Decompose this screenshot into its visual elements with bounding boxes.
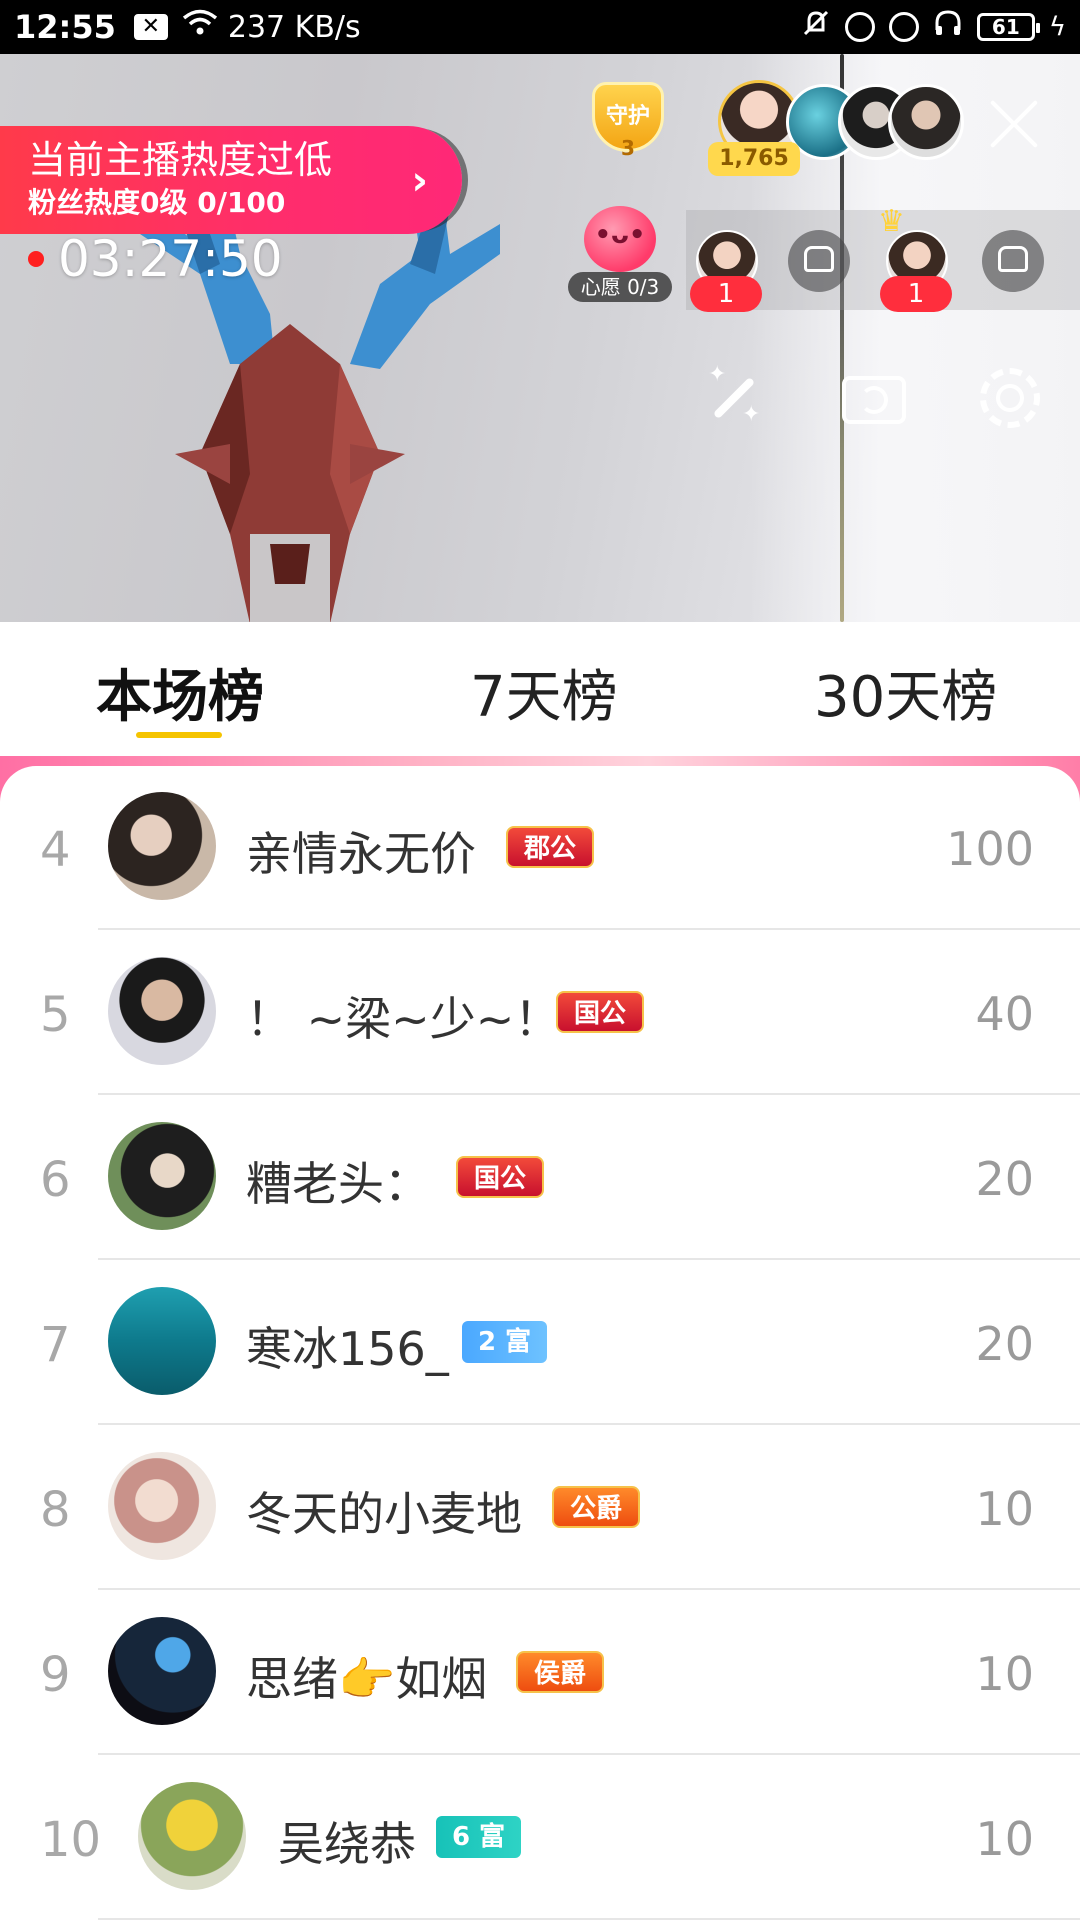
- user-name: 吴绕恭: [278, 1817, 416, 1871]
- rank-number: 10: [40, 1812, 102, 1868]
- ranking-row[interactable]: 7 寒冰156_ 2 富 20: [0, 1261, 1080, 1426]
- user-name: 糟老头：: [246, 1157, 430, 1211]
- wifi-icon: [182, 9, 218, 45]
- status-time: 12:55: [14, 8, 116, 46]
- timer-value: 03:27:50: [58, 230, 283, 288]
- empty-seat-icon[interactable]: [982, 230, 1044, 292]
- notification-x-icon: ✕: [133, 14, 168, 40]
- wish-label: 心愿 0/3: [568, 272, 672, 302]
- user-avatar[interactable]: [108, 957, 216, 1065]
- mute-icon: [801, 8, 831, 46]
- ranking-row[interactable]: 6 糟老头： 国公 20: [0, 1096, 1080, 1261]
- switch-camera-button[interactable]: [838, 362, 910, 434]
- user-avatar[interactable]: [108, 1122, 216, 1230]
- row-divider: [98, 1753, 1080, 1755]
- rank-number: 4: [40, 822, 71, 878]
- user-name: 寒冰156_: [246, 1322, 449, 1376]
- rank-number: 7: [40, 1317, 71, 1373]
- gear-hub: [996, 384, 1024, 412]
- live-timer: 03:27:50: [28, 230, 283, 288]
- user-avatar[interactable]: [108, 1287, 216, 1395]
- network-speed: 237 KB/s: [227, 9, 361, 45]
- guard-label: 守护: [605, 104, 650, 129]
- row-divider: [98, 1093, 1080, 1095]
- contribution-score: 10: [975, 1482, 1034, 1536]
- ranking-list: 4 亲情永无价 郡公 100 5 ！ ~梁~少~！ 国公 40 6 糟老头： 国…: [0, 766, 1080, 1920]
- live-dot-icon: [28, 251, 44, 267]
- settings-button[interactable]: [974, 362, 1046, 434]
- empty-seat-icon[interactable]: [788, 230, 850, 292]
- row-divider: [98, 1423, 1080, 1425]
- guard-count: 3: [621, 136, 635, 160]
- app-root: 12:55 ✕ 237 KB/s 61 ϟ 当前主播热度过低 粉丝热度0级 0/…: [0, 0, 1080, 1920]
- status-icons: 61 ϟ: [801, 0, 1066, 54]
- rank-number: 6: [40, 1152, 71, 1208]
- ranking-row[interactable]: 9 思绪👉如烟 侯爵 10: [0, 1591, 1080, 1756]
- rank-number: 8: [40, 1482, 71, 1538]
- wish-widget[interactable]: •ᴗ• 心愿 0/3: [568, 206, 672, 302]
- user-avatar[interactable]: [138, 1782, 246, 1890]
- user-name: ！ ~梁~少~！: [246, 992, 561, 1046]
- user-name: 亲情永无价: [246, 827, 476, 881]
- row-divider: [98, 1258, 1080, 1260]
- guard-badge[interactable]: 守护 3: [582, 82, 674, 168]
- user-avatar[interactable]: [108, 792, 216, 900]
- heat-banner-progress: 粉丝热度0级 0/100: [28, 186, 286, 219]
- audience-avatar[interactable]: [888, 84, 964, 160]
- ranking-row[interactable]: 5 ！ ~梁~少~！ 国公 40: [0, 931, 1080, 1096]
- noble-badge: 国公: [556, 991, 645, 1033]
- contribution-score: 10: [975, 1647, 1034, 1701]
- row-divider: [98, 1588, 1080, 1590]
- ranking-row[interactable]: 4 亲情永无价 郡公 100: [0, 766, 1080, 931]
- contribution-score: 20: [975, 1317, 1034, 1371]
- lock-icon: [844, 12, 875, 42]
- active-tab-indicator: [136, 732, 222, 738]
- chevron-right-icon: ›: [411, 158, 428, 204]
- tab-30-days[interactable]: 30天榜: [814, 652, 997, 733]
- rank-number: 9: [40, 1647, 71, 1703]
- user-avatar[interactable]: [108, 1617, 216, 1725]
- close-button[interactable]: [986, 96, 1042, 152]
- status-bar: 12:55 ✕ 237 KB/s 61 ϟ: [0, 0, 1080, 54]
- noble-badge: 郡公: [506, 826, 595, 868]
- seat-count: 1: [880, 276, 952, 312]
- tab-current-session[interactable]: 本场榜: [96, 652, 264, 733]
- audience-count[interactable]: 1,765: [708, 142, 800, 176]
- user-name: 冬天的小麦地: [246, 1487, 522, 1541]
- refresh-icon: [860, 386, 888, 414]
- noble-badge: 公爵: [552, 1486, 641, 1528]
- user-avatar[interactable]: [108, 1452, 216, 1560]
- ranking-row[interactable]: 8 冬天的小麦地 公爵 10: [0, 1426, 1080, 1591]
- alarm-icon: [888, 12, 919, 42]
- wealth-level-badge: 2 富: [462, 1321, 548, 1363]
- sparkle-icon: ✦: [742, 402, 761, 427]
- contribution-score: 100: [946, 822, 1034, 876]
- noble-badge: 国公: [456, 1156, 545, 1198]
- wealth-level-badge: 6 富: [436, 1816, 522, 1858]
- row-divider: [98, 928, 1080, 930]
- heart-face: •ᴗ•: [594, 220, 646, 250]
- crown-icon: ♛: [878, 204, 905, 239]
- ranking-tabs: 本场榜 7天榜 30天榜: [0, 622, 1080, 756]
- live-video[interactable]: 当前主播热度过低 粉丝热度0级 0/100 › 守护 3 1,765 03:27…: [0, 54, 1080, 622]
- contribution-score: 40: [975, 987, 1034, 1041]
- contribution-score: 20: [975, 1152, 1034, 1206]
- heat-banner-title: 当前主播热度过低: [28, 138, 333, 182]
- charging-icon: ϟ: [1048, 12, 1066, 42]
- user-name: 思绪👉如烟: [246, 1652, 488, 1706]
- tab-7-days[interactable]: 7天榜: [470, 652, 618, 733]
- contribution-score: 10: [975, 1812, 1034, 1866]
- seat-count: 1: [690, 276, 762, 312]
- sparkle-icon: ✦: [708, 362, 727, 387]
- rank-number: 5: [40, 987, 71, 1043]
- ranking-row[interactable]: 10 吴绕恭 6 富 10: [0, 1756, 1080, 1920]
- battery-icon: 61: [976, 13, 1040, 41]
- magic-wand-button[interactable]: ✦ ✦: [698, 362, 770, 434]
- headphones-icon: [933, 8, 963, 46]
- noble-badge: 侯爵: [516, 1651, 605, 1693]
- heat-banner[interactable]: 当前主播热度过低 粉丝热度0级 0/100 ›: [0, 126, 462, 234]
